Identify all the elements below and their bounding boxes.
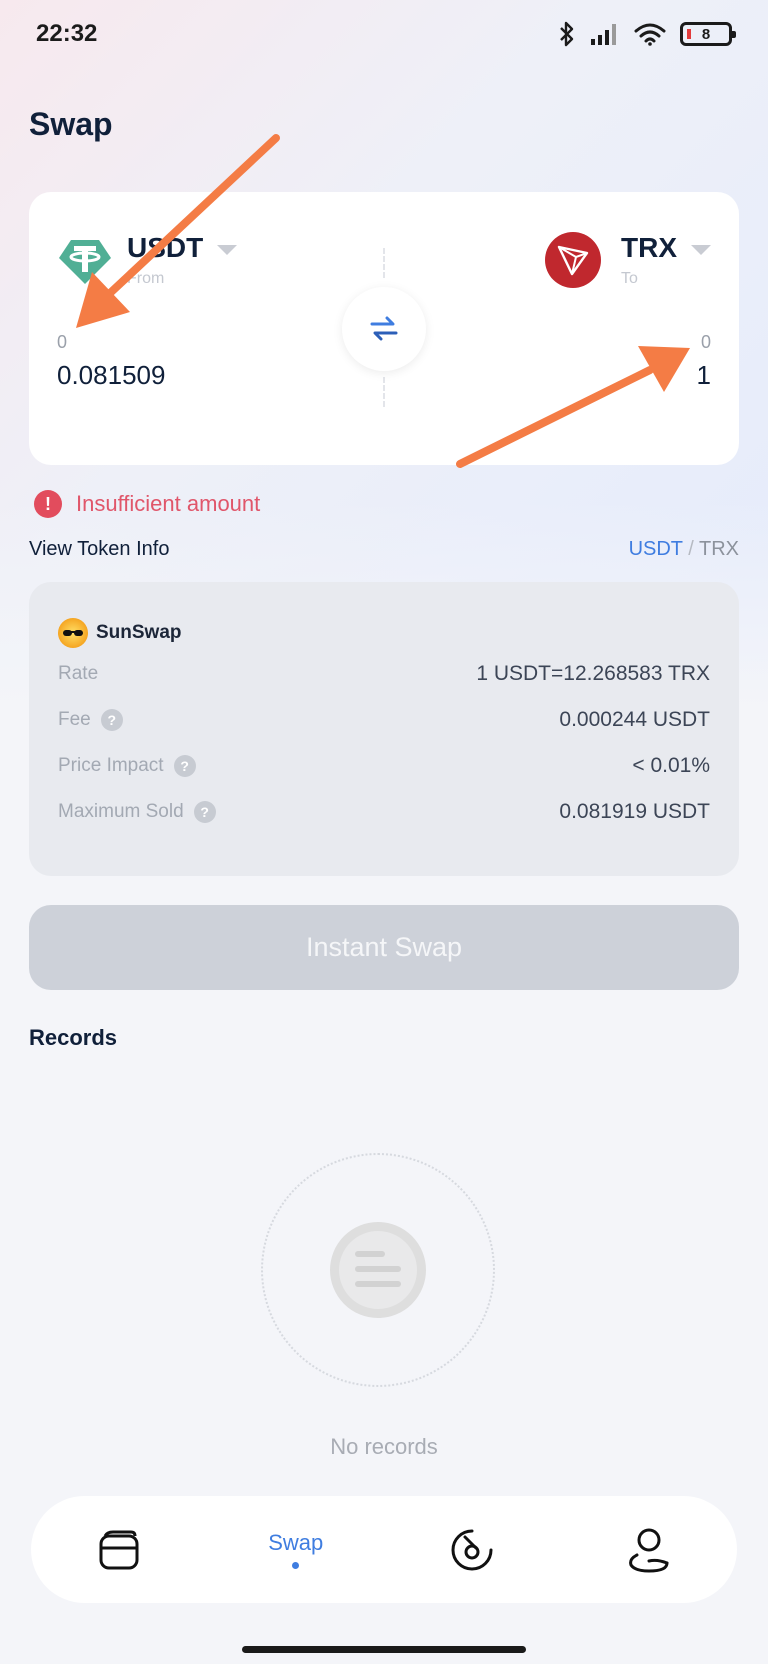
rate-label-text: Rate [58, 663, 99, 684]
bluetooth-icon [560, 21, 574, 47]
wallet-icon [99, 1530, 139, 1569]
rate-label: Rate [58, 663, 98, 685]
price-impact-label: Price Impact ? [58, 755, 196, 777]
to-amount-input[interactable]: 1 [697, 360, 711, 391]
sunswap-logo-icon [58, 618, 88, 648]
price-impact-row: Price Impact ? < 0.01% [58, 754, 710, 778]
swap-details-card: SunSwap Rate 1 USDT=12.268583 TRX Fee ? … [29, 582, 739, 876]
from-token-text: USDT From [127, 232, 238, 288]
alert-icon: ! [34, 490, 62, 518]
rate-row: Rate 1 USDT=12.268583 TRX [58, 662, 710, 686]
empty-records-icon [330, 1222, 426, 1318]
home-indicator [242, 1646, 526, 1653]
usdt-logo-icon [57, 232, 113, 288]
records-title: Records [29, 1025, 118, 1050]
to-balance: 0 [700, 332, 711, 352]
token-pair[interactable]: USDT / TRX [629, 538, 739, 561]
battery-level: 8 [701, 25, 711, 43]
rate-value: 1 USDT=12.268583 TRX [476, 662, 710, 685]
trx-logo-icon [545, 232, 601, 288]
discover-icon [451, 1529, 493, 1570]
no-records-text: No records [330, 1434, 438, 1459]
token-info-row: View Token Info USDT / TRX [29, 538, 739, 561]
to-token-selector[interactable]: TRX To [545, 232, 711, 288]
from-label: From [127, 270, 165, 287]
nav-swap-label: Swap [268, 1530, 324, 1555]
provider: SunSwap [58, 618, 182, 648]
fee-label: Fee ? [58, 709, 123, 731]
from-token-name: USDT [127, 232, 204, 263]
signal-icon [591, 24, 616, 45]
fee-row: Fee ? 0.000244 USDT [58, 708, 710, 732]
help-icon[interactable]: ? [100, 709, 123, 731]
active-indicator [292, 1562, 300, 1569]
pair-separator: / [688, 538, 694, 560]
fee-label-text: Fee [58, 709, 91, 730]
nav-profile[interactable] [589, 1510, 709, 1590]
price-impact-label-text: Price Impact [58, 755, 164, 776]
maximum-sold-label-text: Maximum Sold [58, 801, 184, 822]
price-impact-value: < 0.01% [632, 754, 710, 777]
empty-icon-bar [355, 1251, 385, 1257]
maximum-sold-value: 0.081919 USDT [559, 800, 710, 823]
battery-icon: 8 [680, 22, 736, 46]
to-label: To [621, 270, 638, 287]
status-icons: 8 [558, 21, 736, 47]
error-message: ! Insufficient amount [34, 490, 260, 518]
fee-value: 0.000244 USDT [559, 708, 710, 731]
page-title: Swap [29, 106, 113, 142]
instant-swap-button[interactable]: Instant Swap [29, 905, 739, 990]
from-amount-input[interactable]: 0.081509 [57, 360, 165, 391]
help-icon[interactable]: ? [173, 755, 196, 777]
swap-arrows-icon [370, 316, 398, 341]
to-token-text: TRX To [621, 232, 711, 288]
from-balance: 0 [57, 332, 68, 352]
nav-discover[interactable] [412, 1510, 532, 1590]
nav-wallet[interactable] [59, 1510, 179, 1590]
pair-from: USDT [628, 538, 683, 560]
nav-swap[interactable]: Swap [236, 1510, 356, 1590]
chevron-down-icon [691, 245, 711, 255]
swap-card: USDT From TRX To 0 0.081509 0 1 [29, 192, 739, 465]
bottom-nav: Swap [31, 1496, 737, 1603]
divider-bottom [383, 377, 385, 407]
from-token-selector[interactable]: USDT From [57, 232, 238, 288]
empty-icon-bar [355, 1281, 401, 1287]
help-icon[interactable]: ? [193, 801, 216, 823]
status-bar: 22:32 8 [0, 0, 768, 68]
maximum-sold-label: Maximum Sold ? [58, 801, 216, 823]
wifi-icon [634, 23, 666, 46]
switch-tokens-button[interactable] [342, 287, 426, 371]
profile-icon [628, 1528, 669, 1573]
empty-icon-bar [355, 1266, 401, 1272]
error-text: Insufficient amount [76, 491, 261, 516]
status-time: 22:32 [36, 20, 98, 47]
to-token-name: TRX [621, 232, 677, 263]
maximum-sold-row: Maximum Sold ? 0.081919 USDT [58, 800, 710, 824]
provider-name: SunSwap [96, 622, 182, 643]
divider-top [383, 248, 385, 278]
pair-to: TRX [699, 538, 739, 560]
chevron-down-icon [217, 245, 238, 255]
view-token-info-link[interactable]: View Token Info [29, 538, 169, 561]
